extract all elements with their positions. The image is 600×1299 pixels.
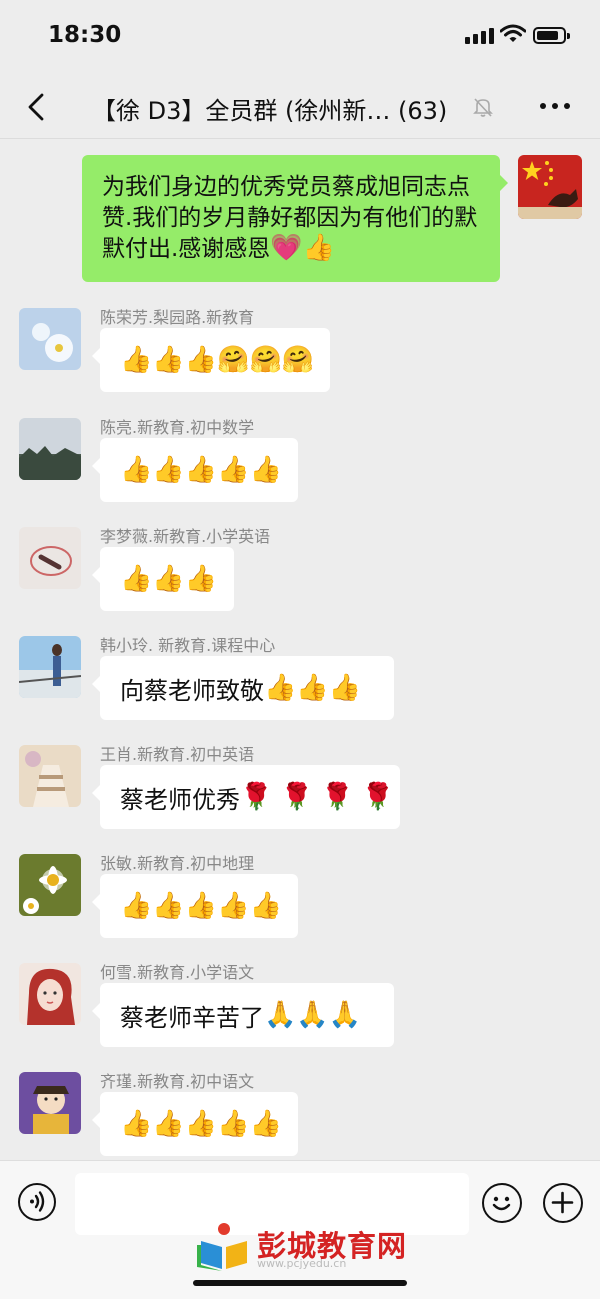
- my-message-bubble[interactable]: 为我们身边的优秀党员蔡成旭同志点赞.我们的岁月静好都因为有他们的默默付出.感谢感…: [82, 155, 508, 282]
- message-emoji: 👍👍👍: [264, 673, 362, 703]
- input-bar: 彭城教育网 www.pcjyedu.cn: [0, 1160, 600, 1299]
- watermark-url: www.pcjyedu.cn: [257, 1257, 347, 1270]
- sender-name: 李梦薇.新教育.小学英语: [100, 527, 271, 546]
- status-bar: 18:30: [0, 0, 600, 78]
- voice-icon[interactable]: [18, 1183, 56, 1221]
- chevron-left-icon[interactable]: [22, 90, 52, 124]
- my-message-emoji: 💗👍: [270, 233, 336, 263]
- message-emoji: 👍👍👍👍👍: [120, 891, 282, 921]
- more-dots-icon[interactable]: [540, 103, 570, 109]
- message-emoji: 👍👍👍🤗🤗🤗: [120, 345, 315, 375]
- message-bubble[interactable]: 👍👍👍👍👍: [92, 874, 298, 938]
- avatar[interactable]: [19, 418, 81, 480]
- message-bubble[interactable]: 👍👍👍: [92, 547, 234, 611]
- message-text: 蔡老师优秀: [120, 785, 240, 814]
- avatar[interactable]: [19, 1072, 81, 1134]
- avatar[interactable]: [19, 636, 81, 698]
- sender-name: 韩小玲. 新教育.课程中心: [100, 636, 276, 655]
- message-bubble[interactable]: 向蔡老师致敬 👍👍👍: [92, 656, 394, 720]
- bell-off-icon: [473, 98, 493, 117]
- emoji-face-icon[interactable]: [482, 1183, 522, 1223]
- message-text: 向蔡老师致敬: [120, 676, 264, 705]
- message-text: 蔡老师辛苦了: [120, 1003, 264, 1032]
- plus-icon[interactable]: [543, 1183, 583, 1223]
- message-emoji: 🙏🙏🙏: [264, 1000, 362, 1030]
- chat-header: 【徐 D3】全员群 (徐州新… (63): [0, 78, 600, 139]
- avatar[interactable]: [19, 308, 81, 370]
- wifi-icon: [500, 24, 526, 42]
- message-emoji: 👍👍👍👍👍: [120, 1109, 282, 1139]
- sender-name: 张敏.新教育.初中地理: [100, 854, 255, 873]
- message-emoji: 👍👍👍👍👍: [120, 455, 282, 485]
- message-bubble[interactable]: 👍👍👍🤗🤗🤗: [92, 328, 330, 392]
- message-bubble[interactable]: 蔡老师优秀 🌹 🌹 🌹 🌹: [92, 765, 400, 829]
- sender-name: 齐瑾.新教育.初中语文: [100, 1072, 255, 1091]
- sender-name: 王肖.新教育.初中英语: [100, 745, 255, 764]
- message-emoji: 🌹 🌹 🌹 🌹: [240, 782, 395, 812]
- battery-icon: [533, 27, 570, 44]
- avatar[interactable]: [19, 963, 81, 1025]
- status-time: 18:30: [48, 22, 122, 48]
- home-indicator: [193, 1280, 407, 1286]
- watermark-logo-icon: [197, 1223, 247, 1271]
- sender-name: 陈亮.新教育.初中数学: [100, 418, 255, 437]
- watermark: 彭城教育网 www.pcjyedu.cn: [195, 1221, 425, 1271]
- message-emoji: 👍👍👍: [120, 564, 218, 594]
- message-bubble[interactable]: 👍👍👍👍👍: [92, 438, 298, 502]
- chat-title: 【徐 D3】全员群 (徐州新… (63): [92, 97, 448, 125]
- avatar[interactable]: [19, 745, 81, 807]
- my-avatar[interactable]: [518, 155, 582, 219]
- avatar[interactable]: [19, 527, 81, 589]
- sender-name: 陈荣芳.梨园路.新教育: [100, 308, 255, 327]
- message-bubble[interactable]: 蔡老师辛苦了 🙏🙏🙏: [92, 983, 394, 1047]
- signal-icon: [465, 28, 494, 44]
- sender-name: 何雪.新教育.小学语文: [100, 963, 255, 982]
- message-bubble[interactable]: 👍👍👍👍👍: [92, 1092, 298, 1156]
- avatar[interactable]: [19, 854, 81, 916]
